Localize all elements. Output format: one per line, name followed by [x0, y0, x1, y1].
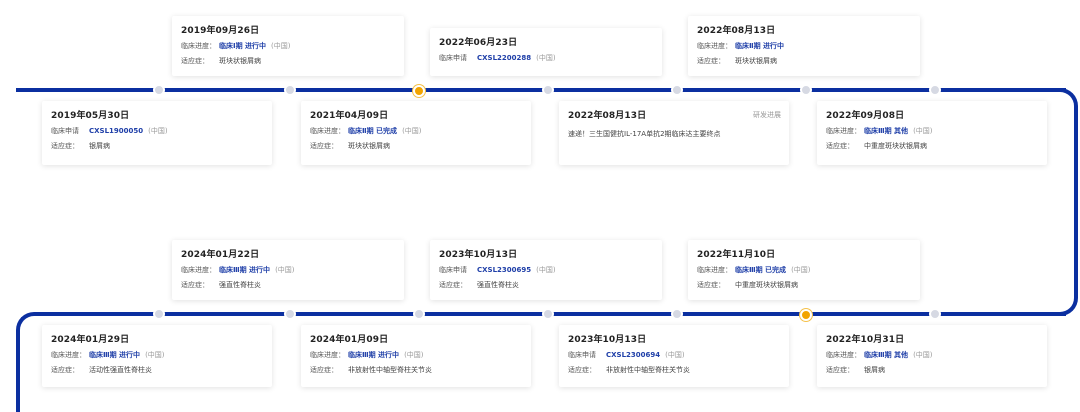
- event-card[interactable]: 2022年09月08日 临床进度： 临床Ⅲ期 其他 (中国) 适应症： 中重度斑块状银…: [817, 101, 1047, 165]
- timeline-dot[interactable]: [153, 84, 165, 96]
- timeline-dot[interactable]: [929, 308, 941, 320]
- event-card[interactable]: 2022年11月10日 临床进度： 临床Ⅲ期 已完成 (中国) 适应症： 中重度斑块状…: [688, 240, 920, 300]
- timeline-track-left-curve: [16, 312, 40, 412]
- event-date: 2019年09月26日: [181, 26, 260, 36]
- timeline-dot-active[interactable]: [800, 309, 812, 321]
- event-card-news[interactable]: 2022年08月13日 研发进展 速递！三生国健抗IL-17A单抗2期临床达主要…: [559, 101, 789, 165]
- news-tag: 研发进展: [753, 111, 781, 119]
- event-card[interactable]: 2024年01月22日 临床进度： 临床Ⅲ期 进行中 (中国) 适应症： 强直性脊柱炎: [172, 240, 404, 300]
- event-card[interactable]: 2024年01月29日 临床进度： 临床Ⅲ期 进行中 (中国) 适应症： 活动性强直性…: [42, 325, 272, 387]
- timeline-dot[interactable]: [284, 308, 296, 320]
- timeline-dot[interactable]: [542, 308, 554, 320]
- timeline-dot[interactable]: [800, 84, 812, 96]
- timeline-dot[interactable]: [413, 308, 425, 320]
- timeline-dot[interactable]: [542, 84, 554, 96]
- news-headline[interactable]: 速递！三生国健抗IL-17A单抗2期临床达主要终点: [568, 130, 721, 138]
- timeline-dot-active[interactable]: [413, 85, 425, 97]
- event-card[interactable]: 2022年06月23日 临床申请 CXSL2200288 (中国): [430, 28, 662, 76]
- event-date: 2022年11月10日: [697, 250, 776, 260]
- event-date: 2019年05月30日: [51, 111, 130, 121]
- event-card[interactable]: 2022年08月13日 临床进度： 临床Ⅱ期 进行中 适应症： 斑块状银屑病: [688, 16, 920, 76]
- event-card[interactable]: 2024年01月09日 临床进度： 临床Ⅲ期 进行中 (中国) 适应症： 非放射性中轴…: [301, 325, 531, 387]
- event-date: 2022年10月31日: [826, 335, 905, 345]
- timeline-track-right-curve: [1050, 88, 1078, 316]
- timeline-dot[interactable]: [671, 84, 683, 96]
- event-date: 2024年01月22日: [181, 250, 260, 260]
- event-date: 2022年08月13日: [697, 26, 776, 36]
- event-date: 2024年01月09日: [310, 335, 389, 345]
- timeline: 2019年09月26日 临床进度： 临床Ⅰ期 进行中 (中国) 适应症： 斑块状银屑病…: [0, 0, 1080, 412]
- event-date: 2024年01月29日: [51, 335, 130, 345]
- timeline-dot[interactable]: [671, 308, 683, 320]
- event-card[interactable]: 2022年10月31日 临床进度： 临床Ⅲ期 其他 (中国) 适应症： 银屑病: [817, 325, 1047, 387]
- event-date: 2023年10月13日: [568, 335, 647, 345]
- event-date: 2022年09月08日: [826, 111, 905, 121]
- timeline-dot[interactable]: [284, 84, 296, 96]
- event-date: 2021年04月09日: [310, 111, 389, 121]
- event-card[interactable]: 2019年09月26日 临床进度： 临床Ⅰ期 进行中 (中国) 适应症： 斑块状银屑病: [172, 16, 404, 76]
- event-date: 2023年10月13日: [439, 250, 518, 260]
- event-card[interactable]: 2021年04月09日 临床进度： 临床Ⅱ期 已完成 (中国) 适应症： 斑块状银屑病: [301, 101, 531, 165]
- event-date: 2022年08月13日: [568, 111, 647, 121]
- event-card[interactable]: 2019年05月30日 临床申请 CXSL1900050 (中国) 适应症： 银屑病: [42, 101, 272, 165]
- timeline-track-top: [16, 88, 1066, 92]
- timeline-dot[interactable]: [153, 308, 165, 320]
- event-date: 2022年06月23日: [439, 38, 518, 48]
- timeline-dot[interactable]: [929, 84, 941, 96]
- event-card[interactable]: 2023年10月13日 临床申请 CXSL2300695 (中国) 适应症： 强直性脊…: [430, 240, 662, 300]
- event-card[interactable]: 2023年10月13日 临床申请 CXSL2300694 (中国) 适应症： 非放射性…: [559, 325, 789, 387]
